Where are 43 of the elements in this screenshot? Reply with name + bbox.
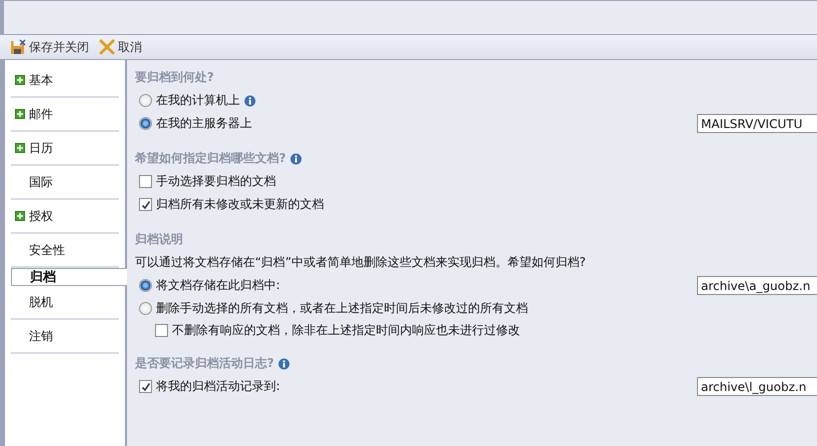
section-heading: 希望如何指定归档哪些文档? (135, 150, 286, 167)
section-heading: 要归档到何处? (135, 69, 214, 86)
save-icon (10, 39, 26, 55)
expand-icon[interactable] (15, 211, 25, 221)
checkbox-label: 将我的归档活动记录到: (156, 378, 280, 395)
radio-label: 将文档存储在此归档中: (156, 277, 280, 294)
cancel-button[interactable]: 取消 (97, 38, 144, 56)
checkbox[interactable] (139, 380, 152, 393)
radio-label: 在我的主服务器上 (156, 115, 252, 132)
sidebar-item[interactable]: 脱机 (11, 286, 119, 320)
section-heading: 是否要记录归档活动日志? (135, 355, 274, 372)
sidebar-item[interactable]: 授权 (11, 200, 119, 234)
input-field[interactable]: archive\l_guobz.n (697, 377, 817, 396)
sidebar-item[interactable]: 注销 (11, 320, 119, 354)
info-icon[interactable] (290, 152, 302, 164)
sidebar-item[interactable]: 归档 (11, 268, 127, 286)
checkbox[interactable] (155, 324, 168, 336)
radio-button[interactable] (139, 117, 152, 130)
expand-icon[interactable] (15, 109, 25, 119)
radio-button[interactable] (139, 94, 152, 107)
checkbox-label: 归档所有未修改或未更新的文档 (156, 196, 324, 213)
sidebar-item[interactable]: 基本 (11, 64, 119, 98)
save-close-button[interactable]: 保存并关闭 (8, 38, 91, 56)
checkbox-label: 手动选择要归档的文档 (156, 173, 276, 190)
close-icon (99, 39, 115, 55)
input-field[interactable]: archive\a_guobz.n (697, 276, 817, 295)
expand-icon[interactable] (15, 75, 25, 85)
sidebar-item[interactable]: 邮件 (11, 98, 119, 132)
description-text: 可以通过将文档存储在“归档”中或者简单地删除这些文档来实现归档。希望如何归档? (135, 254, 586, 271)
sidebar-item[interactable]: 日历 (11, 132, 119, 166)
checkbox[interactable] (139, 175, 152, 188)
checkbox-label: 不删除有响应的文档，除非在上述指定时间内响应也未进行过修改 (172, 322, 520, 338)
expand-icon[interactable] (15, 143, 25, 153)
info-icon[interactable] (278, 358, 290, 370)
section-heading: 归档说明 (135, 231, 183, 248)
radio-button[interactable] (139, 302, 152, 315)
radio-label: 删除手动选择的所有文档，或者在上述指定时间后未修改过的所有文档 (156, 300, 528, 317)
info-icon[interactable] (244, 94, 256, 106)
radio-label: 在我的计算机上 (156, 92, 240, 109)
checkbox[interactable] (139, 198, 152, 211)
radio-button[interactable] (139, 279, 152, 292)
sidebar-item[interactable]: 国际 (11, 166, 119, 200)
input-field[interactable]: MAILSRV/VICUTU (697, 114, 817, 133)
